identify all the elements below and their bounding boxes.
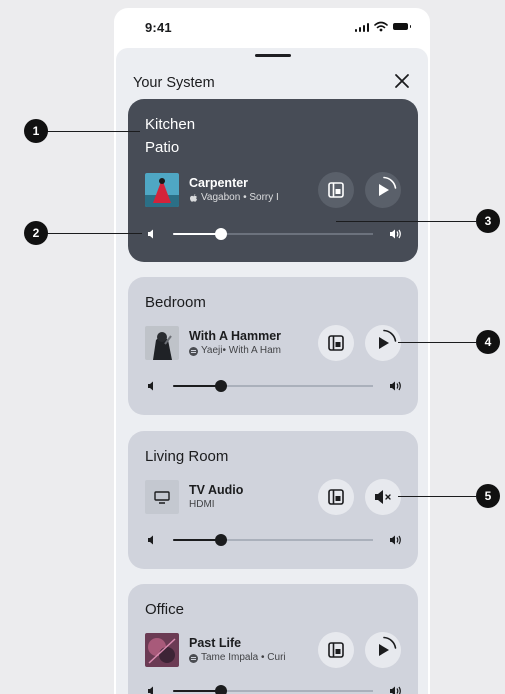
volume-low-icon <box>148 686 153 694</box>
play-icon <box>379 176 397 196</box>
volume-slider[interactable] <box>145 684 403 694</box>
callout-line-5 <box>398 496 476 497</box>
play-button[interactable] <box>365 325 401 361</box>
room-name: Bedroom <box>145 294 206 311</box>
room-name: Living Room <box>145 448 229 465</box>
sonos-radio-icon <box>189 346 198 356</box>
callout-badge-2: 2 <box>24 221 48 245</box>
play-icon <box>379 329 397 349</box>
speaker-group-icon <box>328 489 344 505</box>
callout-badge-5: 5 <box>476 484 500 508</box>
volume-knob[interactable] <box>215 228 227 240</box>
system-sheet: Your System Kitchen Patio Carpenter Vaga… <box>116 48 428 694</box>
play-button[interactable] <box>365 172 401 208</box>
speaker-group-icon <box>328 642 344 658</box>
room-card-bedroom[interactable]: Bedroom With A Hammer Yaeji• With A Ham <box>128 277 418 415</box>
volume-slider[interactable] <box>145 533 403 547</box>
callout-line-2 <box>36 233 142 234</box>
volume-high-icon <box>390 535 401 545</box>
room-name-patio: Patio <box>145 139 180 156</box>
track-title: Past Life <box>189 636 242 650</box>
tv-source-tile <box>145 480 179 514</box>
room-card-living-room[interactable]: Living Room TV Audio HDMI <box>128 431 418 569</box>
volume-knob[interactable] <box>215 380 227 392</box>
album-art-past-life <box>145 633 179 667</box>
group-button[interactable] <box>318 325 354 361</box>
volume-low-icon <box>148 381 153 391</box>
sonos-radio-icon <box>189 653 198 663</box>
callout-badge-4: 4 <box>476 330 500 354</box>
track-title: TV Audio <box>189 483 244 497</box>
track-subtitle: Tame Impala • Curi <box>201 652 286 663</box>
play-icon <box>379 636 397 656</box>
track-title: Carpenter <box>189 176 249 190</box>
volume-slider[interactable] <box>145 379 403 393</box>
status-bar: 9:41 <box>114 8 430 48</box>
volume-low-icon <box>148 229 153 239</box>
battery-icon <box>393 23 411 30</box>
callout-line-4 <box>398 342 476 343</box>
mute-button[interactable] <box>365 479 401 515</box>
volume-high-icon <box>390 381 401 391</box>
close-button[interactable] <box>388 67 416 95</box>
callout-badge-3: 3 <box>476 209 500 233</box>
volume-slider[interactable] <box>145 227 403 241</box>
cellular-signal-icon <box>354 22 369 32</box>
now-playing-kitchen[interactable]: Carpenter Vagabon • Sorry I <box>145 172 320 208</box>
speaker-group-icon <box>328 182 344 198</box>
volume-low-icon <box>148 535 153 545</box>
volume-knob[interactable] <box>215 685 227 694</box>
volume-fill <box>173 232 221 235</box>
now-playing-living-room[interactable]: TV Audio HDMI <box>145 479 320 515</box>
tv-icon <box>154 491 170 504</box>
track-subtitle: Vagabon • Sorry I <box>201 192 279 203</box>
room-card-office[interactable]: Office Past Life Tame Impala • Curi <box>128 584 418 694</box>
track-subtitle: Yaeji• With A Ham <box>201 345 282 356</box>
volume-fill <box>173 538 221 541</box>
group-button[interactable] <box>318 632 354 668</box>
close-icon <box>395 74 409 88</box>
status-time: 9:41 <box>145 20 172 35</box>
sheet-grabber[interactable] <box>255 54 291 57</box>
group-button[interactable] <box>318 172 354 208</box>
volume-high-icon <box>390 229 401 239</box>
sheet-title: Your System <box>133 75 215 91</box>
phone-screen: 9:41 Your System Kitchen Patio Carpenter… <box>114 8 430 694</box>
volume-knob[interactable] <box>215 534 227 546</box>
room-name-kitchen: Kitchen <box>145 116 196 133</box>
wifi-icon <box>374 21 388 32</box>
album-art-with-a-hammer <box>145 326 179 360</box>
room-name: Office <box>145 601 184 618</box>
now-playing-office[interactable]: Past Life Tame Impala • Curi <box>145 632 320 668</box>
callout-badge-1: 1 <box>24 119 48 143</box>
status-icons <box>354 21 411 32</box>
callout-line-3 <box>336 221 476 222</box>
speaker-group-icon <box>328 335 344 351</box>
room-card-kitchen-patio[interactable]: Kitchen Patio Carpenter Vagabon • Sorry … <box>128 99 418 262</box>
volume-fill <box>173 384 221 387</box>
track-title: With A Hammer <box>189 329 282 343</box>
track-subtitle: HDMI <box>189 499 215 510</box>
volume-fill <box>173 689 221 692</box>
apple-music-icon <box>190 194 197 202</box>
muted-speaker-icon <box>375 490 391 504</box>
group-button[interactable] <box>318 479 354 515</box>
callout-line-1 <box>36 131 140 132</box>
volume-high-icon <box>390 686 401 694</box>
play-button[interactable] <box>365 632 401 668</box>
album-art-carpenter <box>145 173 179 207</box>
now-playing-bedroom[interactable]: With A Hammer Yaeji• With A Ham <box>145 325 320 361</box>
